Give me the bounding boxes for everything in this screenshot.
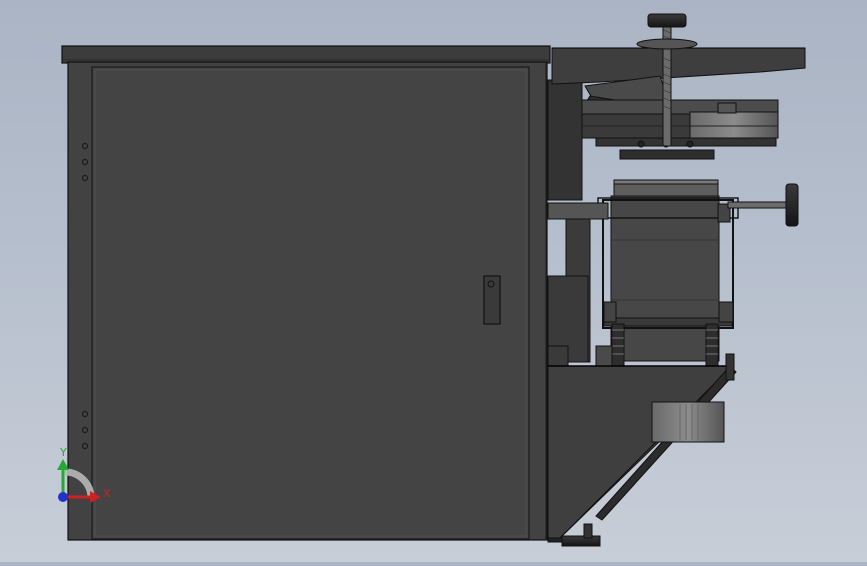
y-axis-label: Y xyxy=(59,446,67,459)
cabinet-door xyxy=(91,66,530,540)
cad-viewport[interactable]: Y X xyxy=(0,0,867,562)
x-axis-label: X xyxy=(103,487,111,500)
foot-left xyxy=(561,535,601,547)
y-axis-arrow xyxy=(57,459,69,470)
drive-motor xyxy=(651,401,725,443)
forming-tube xyxy=(610,195,720,362)
forming-plate xyxy=(551,47,806,85)
machine-drawing: Y X xyxy=(57,13,806,547)
back-plate xyxy=(547,79,583,201)
door-handle xyxy=(483,275,501,325)
upper-base-plate xyxy=(619,149,715,160)
discharge-hopper xyxy=(547,365,732,539)
top-knob xyxy=(647,13,687,28)
cabinet xyxy=(61,45,551,541)
mechanism xyxy=(547,13,806,547)
threaded-rod-horizontal xyxy=(727,201,787,209)
z-axis-dot xyxy=(58,492,68,502)
side-knob xyxy=(785,183,799,227)
cabinet-top-lid xyxy=(61,45,551,64)
